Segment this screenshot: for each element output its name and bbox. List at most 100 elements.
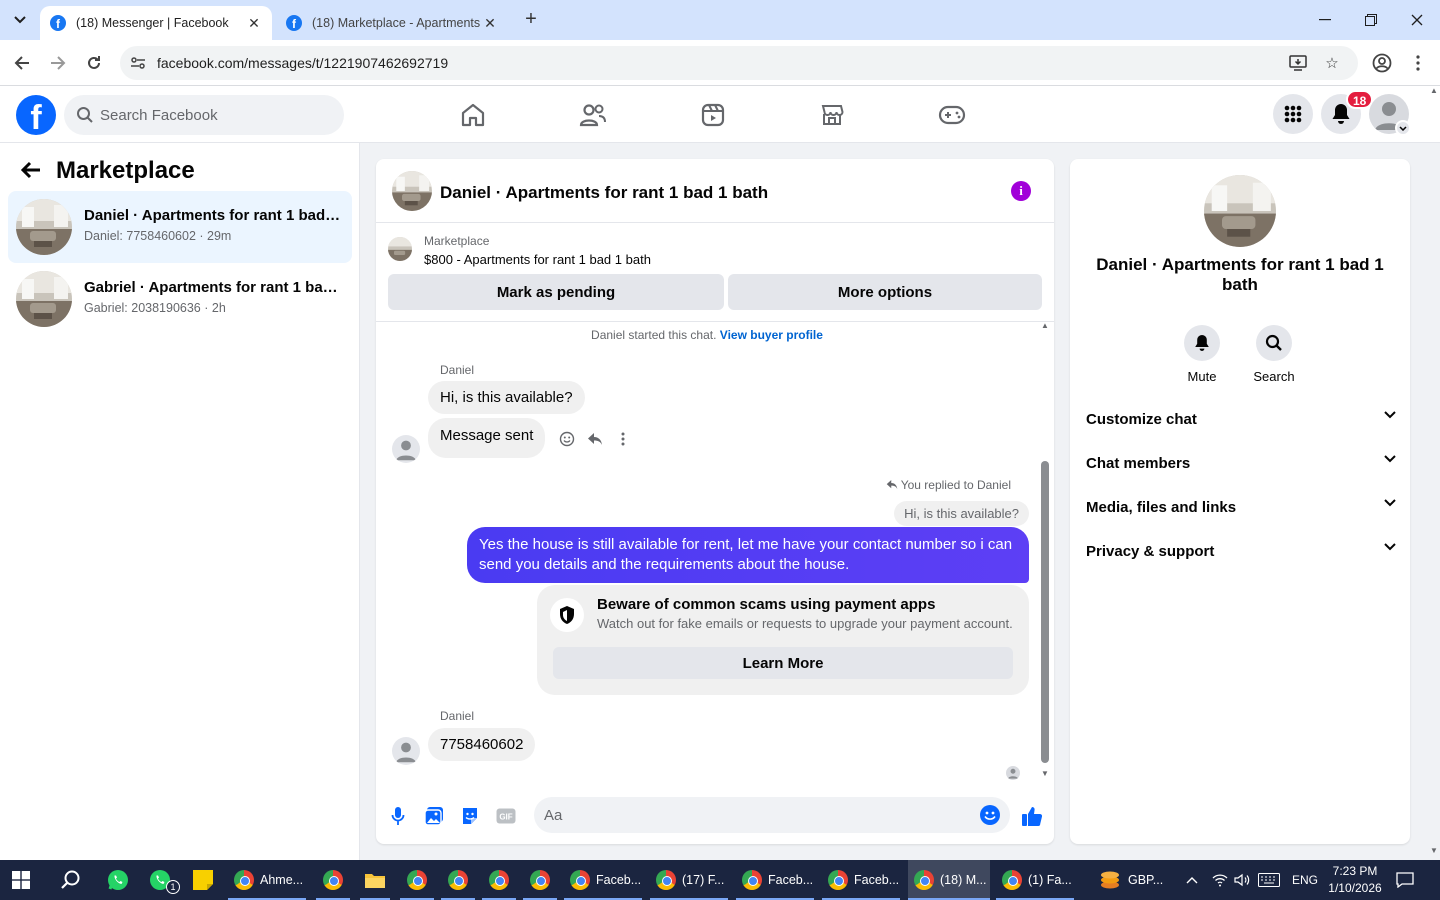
gif-icon[interactable]: GIF (494, 804, 518, 828)
taskbar-chrome-window[interactable]: Faceb... (736, 860, 814, 900)
new-tab-button[interactable]: + (520, 9, 542, 31)
sticky-notes-app[interactable] (192, 860, 216, 900)
file-explorer-app[interactable] (360, 860, 390, 900)
listing-thumbnail[interactable] (388, 237, 412, 261)
restore-button[interactable] (1348, 6, 1394, 34)
sticker-icon[interactable] (458, 804, 482, 828)
reload-button[interactable] (81, 50, 107, 76)
thumbs-up-icon[interactable] (1020, 804, 1044, 828)
taskbar-clock[interactable]: 7:23 PM 1/10/2026 (1322, 863, 1388, 897)
quoted-message[interactable]: Hi, is this available? (894, 501, 1029, 526)
more-options-button[interactable]: More options (728, 274, 1042, 310)
notification-center[interactable] (1396, 860, 1420, 900)
volume-control[interactable] (1234, 860, 1252, 900)
url-text[interactable]: facebook.com/messages/t/1221907462692719 (157, 55, 448, 71)
taskbar-chrome-window[interactable] (482, 860, 516, 900)
close-tab-icon[interactable]: ✕ (482, 15, 498, 32)
view-buyer-profile-link[interactable]: View buyer profile (720, 328, 823, 342)
sender-avatar[interactable] (392, 737, 420, 765)
back-arrow-icon[interactable] (20, 159, 42, 185)
show-hidden-icons[interactable] (1186, 860, 1202, 900)
address-bar[interactable]: facebook.com/messages/t/1221907462692719… (120, 46, 1358, 80)
menu-button[interactable] (1273, 94, 1313, 134)
incoming-message[interactable]: Hi, is this available? (428, 381, 585, 414)
tab-search-button[interactable] (8, 8, 32, 32)
nav-video[interactable] (693, 98, 733, 132)
taskbar-chrome-window[interactable]: (1) Fa... (996, 860, 1074, 900)
whatsapp-app[interactable] (106, 860, 132, 900)
scroll-up-icon[interactable]: ▲ (1430, 86, 1438, 95)
taskbar-chrome-window[interactable] (441, 860, 475, 900)
photo-icon[interactable] (422, 804, 446, 828)
nav-home[interactable] (453, 98, 493, 132)
search-input[interactable] (100, 95, 330, 135)
taskbar-chrome-window[interactable] (316, 860, 350, 900)
account-chevron-icon[interactable] (1395, 120, 1411, 136)
search-chat-button[interactable]: Search (1244, 325, 1304, 384)
incoming-message[interactable]: Message sent (428, 418, 546, 458)
close-tab-icon[interactable]: ✕ (246, 15, 262, 32)
taskbar-chrome-window[interactable]: Faceb... (564, 860, 642, 900)
taskbar-chrome-window-active[interactable]: (18) M... (908, 860, 990, 900)
forward-button[interactable] (45, 50, 71, 76)
browser-menu-button[interactable] (1405, 50, 1431, 76)
taskbar-chrome-window[interactable] (400, 860, 434, 900)
customize-chat-row[interactable]: Customize chat (1086, 399, 1396, 443)
facebook-logo-icon[interactable]: f (16, 95, 56, 135)
scroll-down-icon[interactable]: ▼ (1040, 769, 1050, 778)
profile-button[interactable] (1369, 50, 1395, 76)
conversation-item[interactable]: Daniel · Apartments for rant 1 bad 1 bat… (8, 191, 352, 263)
mute-button[interactable]: Mute (1172, 325, 1232, 384)
chat-members-row[interactable]: Chat members (1086, 443, 1396, 487)
message-input[interactable] (544, 797, 964, 833)
browser-toolbar: facebook.com/messages/t/1221907462692719… (0, 40, 1440, 86)
taskbar-search-button[interactable] (60, 860, 86, 900)
scrollbar-thumb[interactable] (1041, 461, 1049, 763)
conversation-item[interactable]: Gabriel · Apartments for rant 1 bad 1 ba… (8, 263, 352, 335)
chat-title[interactable]: Daniel · Apartments for rant 1 bad 1 bat… (440, 183, 768, 203)
message-scrollbar[interactable]: ▲ ▼ (1040, 321, 1050, 781)
taskbar-chrome-window[interactable] (523, 860, 557, 900)
outgoing-message[interactable]: Yes the house is still available for ren… (467, 527, 1029, 583)
incoming-message[interactable]: 7758460602 (428, 728, 536, 761)
learn-more-button[interactable]: Learn More (553, 647, 1013, 679)
scroll-down-icon[interactable]: ▼ (1430, 846, 1438, 855)
info-icon[interactable]: i (1011, 181, 1031, 201)
back-button[interactable] (9, 50, 35, 76)
reply-icon[interactable] (585, 429, 605, 449)
sender-avatar[interactable] (392, 435, 420, 463)
page-scrollbar[interactable]: ▲ ▼ (1428, 86, 1440, 860)
taskbar-chrome-window[interactable]: Ahme... (228, 860, 306, 900)
input-language[interactable]: ENG (1292, 860, 1318, 900)
marketplace-sidebar: Marketplace Daniel · Apartments for rant… (0, 143, 360, 860)
facebook-search[interactable] (64, 95, 344, 135)
bookmark-star-icon[interactable]: ☆ (1322, 53, 1342, 73)
privacy-support-row[interactable]: Privacy & support (1086, 531, 1396, 575)
start-button[interactable] (12, 860, 38, 900)
close-window-button[interactable] (1394, 6, 1440, 34)
minimize-button[interactable] (1302, 6, 1348, 34)
nav-gaming[interactable] (932, 98, 972, 132)
listing-description[interactable]: $800 - Apartments for rant 1 bad 1 bath (424, 252, 651, 267)
site-settings-icon[interactable] (130, 55, 146, 71)
nav-marketplace[interactable] (812, 98, 852, 132)
mark-as-pending-button[interactable]: Mark as pending (388, 274, 724, 310)
chat-thumbnail[interactable] (392, 171, 432, 211)
nav-friends[interactable] (573, 98, 613, 132)
tab-marketplace[interactable]: f (18) Marketplace - Apartments ✕ (276, 6, 508, 40)
network-status[interactable] (1212, 860, 1230, 900)
scroll-up-icon[interactable]: ▲ (1040, 321, 1050, 330)
react-smiley-icon[interactable] (557, 429, 577, 449)
media-files-links-row[interactable]: Media, files and links (1086, 487, 1396, 531)
taskbar-chrome-window[interactable]: (17) F... (650, 860, 728, 900)
microphone-icon[interactable] (386, 804, 410, 828)
emoji-icon[interactable] (980, 805, 1000, 825)
message-input-wrapper[interactable] (534, 797, 1010, 833)
currency-widget[interactable]: GBP... (1094, 860, 1174, 900)
install-app-icon[interactable] (1288, 53, 1308, 73)
whatsapp-business-app[interactable]: 1 (148, 860, 182, 900)
more-vertical-icon[interactable] (613, 429, 633, 449)
touch-keyboard[interactable] (1258, 860, 1284, 900)
taskbar-chrome-window[interactable]: Faceb... (822, 860, 900, 900)
tab-messenger[interactable]: f (18) Messenger | Facebook ✕ (40, 6, 272, 40)
